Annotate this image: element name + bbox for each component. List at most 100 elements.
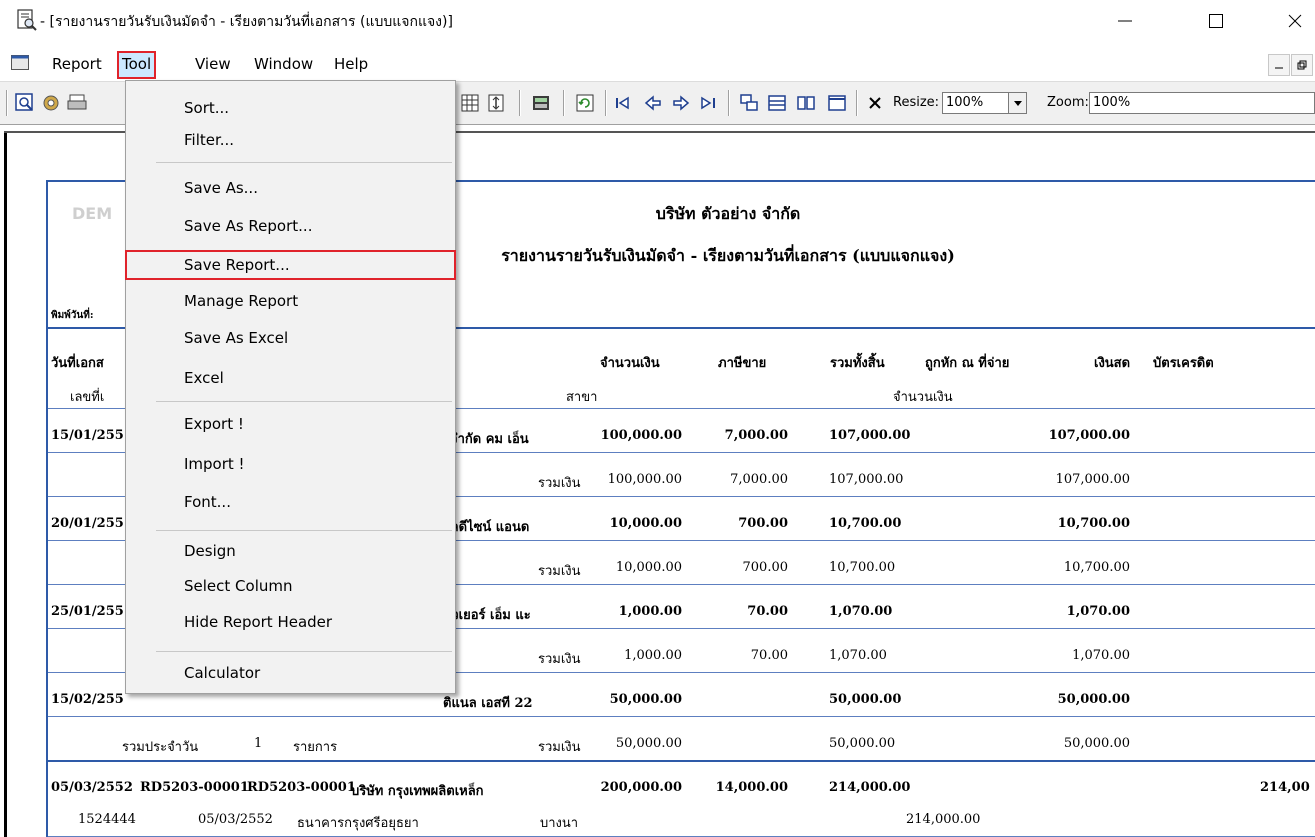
tool-menu-dropdown: Sort... Filter... Save As... Save As Rep… [125, 80, 456, 694]
row-cash: 50,000.00 [1057, 692, 1130, 707]
single-window-icon[interactable] [826, 92, 848, 114]
menu-tool[interactable]: Tool [117, 51, 157, 79]
menu-view[interactable]: View [191, 53, 235, 77]
row-customer: บริษัท กรุงเทพผลิตเหล็ก [351, 784, 484, 799]
menu-item-design[interactable]: Design [126, 536, 455, 566]
grid-icon[interactable] [459, 92, 481, 114]
row-amount: 1,000.00 [624, 648, 682, 663]
daily-count-unit: รายการ [293, 740, 338, 755]
row-date: 15/01/255 [51, 428, 124, 443]
maximize-icon [1209, 14, 1223, 28]
menu-separator [156, 162, 452, 163]
resize-combo[interactable]: 100% [942, 92, 1009, 114]
print-icon[interactable] [66, 92, 88, 114]
menu-item-sort[interactable]: Sort... [126, 93, 455, 123]
row-total: 107,000.00 [829, 428, 911, 443]
menu-item-filter[interactable]: Filter... [126, 125, 455, 155]
maximize-button[interactable] [1193, 6, 1239, 36]
menu-item-font[interactable]: Font... [126, 487, 455, 517]
resize-dropdown-button[interactable] [1009, 92, 1027, 114]
row-amount: 100,000.00 [600, 428, 682, 443]
row-total: 10,700.00 [829, 516, 902, 531]
resize-label: Resize: [893, 95, 940, 110]
next-page-icon[interactable] [670, 92, 692, 114]
first-page-icon[interactable] [612, 92, 634, 114]
toolbar-separator [856, 90, 858, 116]
row-credit-card: 214,00 [1260, 780, 1310, 795]
row-divider [48, 760, 1315, 762]
preview-icon[interactable] [14, 92, 36, 114]
window-title: - [รายงานรายวันรับเงินมัดจำ - เรียงตามวั… [40, 14, 453, 30]
mdi-minimize-button[interactable] [1268, 54, 1290, 76]
daily-count: 1 [254, 736, 263, 751]
col-branch: สาขา [566, 390, 598, 405]
minimize-icon [1118, 20, 1132, 22]
last-page-icon[interactable] [698, 92, 720, 114]
tile-vertical-icon[interactable] [795, 92, 817, 114]
row-tax: 700.00 [738, 516, 788, 531]
menu-item-select-column[interactable]: Select Column [126, 571, 455, 601]
row-cash: 10,700.00 [1057, 516, 1130, 531]
menu-item-hide-report-header[interactable]: Hide Report Header [126, 607, 455, 637]
row-cash: 10,700.00 [1063, 560, 1130, 575]
row-doc-no: RD5203-00001 [140, 780, 249, 795]
row-amount: 50,000.00 [609, 692, 682, 707]
minimize-icon [1275, 67, 1283, 69]
row-total: 10,700.00 [829, 560, 896, 575]
row-total: 1,070.00 [829, 604, 893, 619]
print-date-label: พิมพ์วันที่: [51, 310, 94, 321]
menu-item-manage-report[interactable]: Manage Report [126, 286, 455, 316]
col-amount2: จำนวนเงิน [893, 390, 953, 405]
cascade-icon[interactable] [738, 92, 760, 114]
menu-item-calculator[interactable]: Calculator [126, 658, 455, 688]
toolbar-separator [563, 90, 565, 116]
menu-separator [156, 401, 452, 402]
row-tax: 14,000.00 [715, 780, 788, 795]
menu-item-save-as-excel[interactable]: Save As Excel [126, 323, 455, 353]
restore-icon [1297, 60, 1307, 70]
refresh-icon[interactable] [574, 92, 596, 114]
row-cash: 107,000.00 [1048, 428, 1130, 443]
menu-item-import[interactable]: Import ! [126, 449, 455, 479]
daily-total-label: รวมประจำวัน [122, 740, 199, 755]
minimize-button[interactable] [1102, 6, 1148, 36]
preview-border [4, 131, 7, 837]
menu-separator [156, 651, 452, 652]
menu-item-save-as-report[interactable]: Save As Report... [126, 211, 455, 241]
close-button[interactable] [1272, 6, 1315, 36]
menu-item-save-report[interactable]: Save Report... [125, 250, 456, 280]
calculator-icon[interactable] [530, 92, 552, 114]
row-amount: 1,000.00 [618, 604, 682, 619]
report-preview-icon [17, 9, 37, 31]
menu-separator [156, 530, 452, 531]
print-setup-icon[interactable] [40, 92, 62, 114]
row-total: 107,000.00 [829, 472, 904, 487]
row-date: 25/01/255 [51, 604, 124, 619]
col-amount: จำนวนเงิน [600, 356, 660, 371]
row-branch: บางนา [540, 816, 579, 831]
row-ref-no: RD5203-00001 [247, 780, 356, 795]
col-doc-no: เลขที่เ [70, 390, 105, 405]
menu-report[interactable]: Report [48, 53, 106, 77]
menu-window[interactable]: Window [250, 53, 317, 77]
row-customer: ติแนล เอสที 22 [443, 696, 533, 711]
menu-item-export[interactable]: Export ! [126, 409, 455, 439]
menu-bar: Report Tool View Window Help [0, 47, 1315, 81]
row-amount: 50,000.00 [615, 736, 682, 751]
mdi-restore-button[interactable] [1291, 54, 1313, 76]
zoom-combo[interactable]: 100% [1089, 92, 1315, 114]
menu-help[interactable]: Help [330, 53, 372, 77]
row-customer: แวเยอร์ เอ็ม แะ [443, 608, 531, 623]
fit-height-icon[interactable] [485, 92, 507, 114]
previous-page-icon[interactable] [642, 92, 664, 114]
row-cash: 107,000.00 [1055, 472, 1130, 487]
zoom-label: Zoom: [1047, 95, 1089, 110]
toolbar-separator [6, 90, 8, 116]
row-total: 50,000.00 [829, 736, 896, 751]
menu-item-save-as[interactable]: Save As... [126, 173, 455, 203]
tile-horizontal-icon[interactable] [766, 92, 788, 114]
row-detail-amount: 214,000.00 [906, 812, 981, 827]
row-tax: 70.00 [750, 648, 788, 663]
menu-item-excel[interactable]: Excel [126, 363, 455, 393]
close-preview-icon[interactable] [864, 92, 886, 114]
